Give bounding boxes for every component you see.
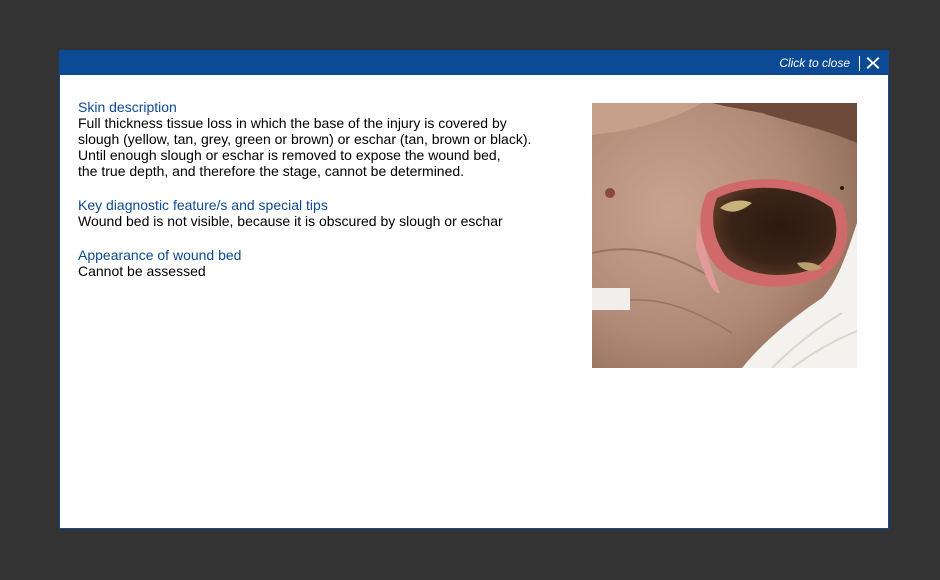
- info-modal: Click to close Skin description Full thi…: [59, 50, 889, 529]
- skin-description-section: Skin description Full thickness tissue l…: [78, 99, 558, 179]
- section-body: Full thickness tissue loss in which the …: [78, 115, 532, 179]
- modal-titlebar: Click to close: [60, 51, 888, 75]
- wound-bed-section: Appearance of wound bed Cannot be assess…: [78, 247, 558, 279]
- wound-photo: [592, 103, 857, 368]
- description-content: Skin description Full thickness tissue l…: [78, 99, 558, 297]
- close-button[interactable]: Click to close: [779, 51, 880, 75]
- close-x-icon[interactable]: [866, 56, 880, 70]
- section-body: Cannot be assessed: [78, 263, 206, 279]
- diagnostic-tips-section: Key diagnostic feature/s and special tip…: [78, 197, 558, 229]
- section-body: Wound bed is not visible, because it is …: [78, 213, 503, 229]
- section-heading: Appearance of wound bed: [78, 247, 242, 263]
- section-heading: Skin description: [78, 99, 177, 115]
- close-label: Click to close: [779, 55, 860, 71]
- section-heading: Key diagnostic feature/s and special tip…: [78, 197, 328, 213]
